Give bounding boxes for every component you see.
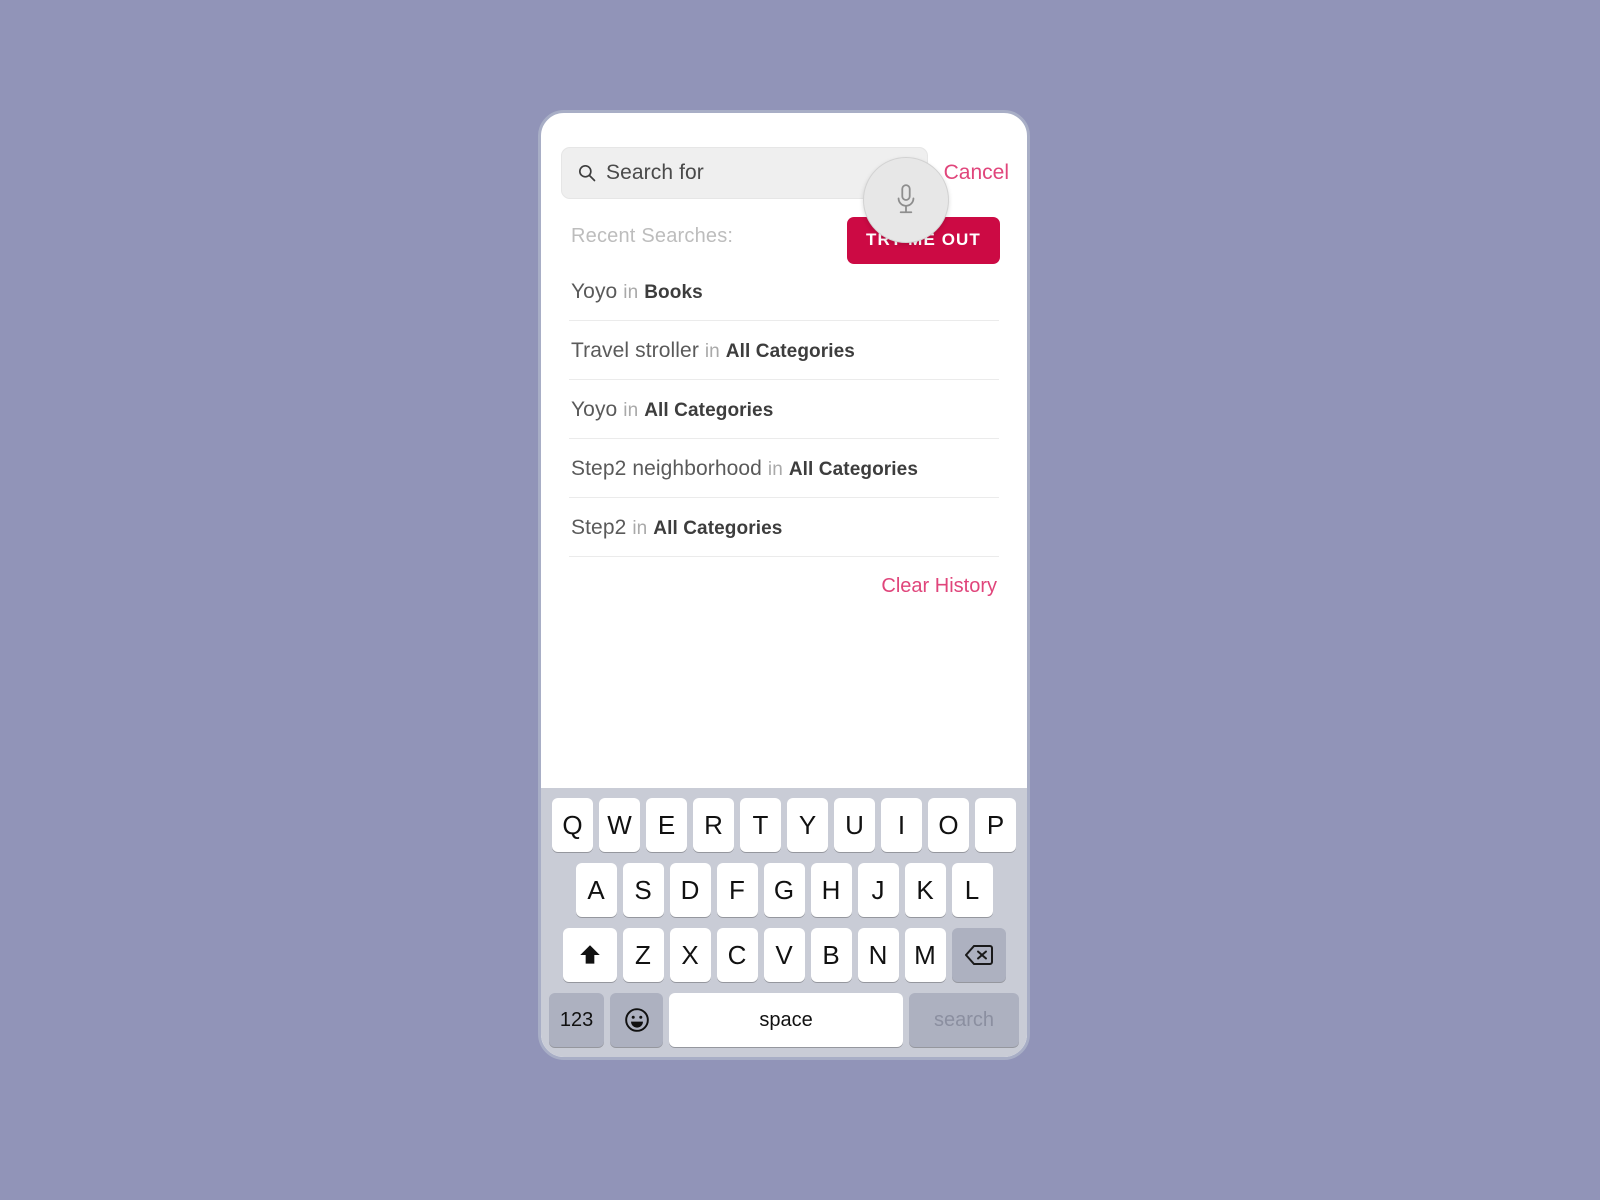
key-u[interactable]: U <box>834 798 875 852</box>
key-l[interactable]: L <box>951 863 993 917</box>
key-m[interactable]: M <box>904 928 946 982</box>
key-y[interactable]: Y <box>787 798 828 852</box>
search-category: Books <box>644 282 703 303</box>
connector: in <box>704 341 720 362</box>
key-a[interactable]: A <box>575 863 617 917</box>
key-f[interactable]: F <box>716 863 758 917</box>
recent-searches-list: Yoyo in Books Travel stroller in All Cat… <box>569 262 999 557</box>
list-item[interactable]: Yoyo in All Categories <box>569 380 999 439</box>
connector: in <box>623 282 639 303</box>
microphone-button[interactable] <box>863 157 949 243</box>
key-e[interactable]: E <box>646 798 687 852</box>
cancel-button[interactable]: Cancel <box>944 161 1009 185</box>
key-z[interactable]: Z <box>622 928 664 982</box>
key-n[interactable]: N <box>857 928 899 982</box>
key-p[interactable]: P <box>975 798 1016 852</box>
search-category: All Categories <box>644 400 774 421</box>
space-key[interactable]: space <box>669 993 903 1047</box>
key-g[interactable]: G <box>763 863 805 917</box>
search-key[interactable]: search <box>908 993 1019 1047</box>
key-r[interactable]: R <box>693 798 734 852</box>
recent-searches-panel: Recent Searches: Yoyo in Books Travel st… <box>541 199 1027 788</box>
key-c[interactable]: C <box>716 928 758 982</box>
key-t[interactable]: T <box>740 798 781 852</box>
keyboard-row-4: 123 space search <box>546 993 1022 1047</box>
shift-key[interactable] <box>562 928 617 982</box>
search-category: All Categories <box>725 341 855 362</box>
key-x[interactable]: X <box>669 928 711 982</box>
search-query: Step2 <box>571 516 627 539</box>
search-icon <box>579 165 596 182</box>
key-s[interactable]: S <box>622 863 664 917</box>
clear-history-row: Clear History <box>569 557 999 598</box>
list-item[interactable]: Yoyo in Books <box>569 262 999 321</box>
key-i[interactable]: I <box>881 798 922 852</box>
connector: in <box>623 400 639 421</box>
key-q[interactable]: Q <box>552 798 593 852</box>
key-j[interactable]: J <box>857 863 899 917</box>
key-b[interactable]: B <box>810 928 852 982</box>
key-o[interactable]: O <box>928 798 969 852</box>
keyboard-row-3: Z X C V B N M <box>546 928 1022 982</box>
search-query: Step2 neighborhood <box>571 457 762 480</box>
search-query: Yoyo <box>571 280 618 303</box>
search-query: Travel stroller <box>571 339 699 362</box>
search-category: All Categories <box>653 518 783 539</box>
search-query: Yoyo <box>571 398 618 421</box>
connector: in <box>632 518 648 539</box>
phone-frame: Search for Cancel TRY ME OUT Recent Sear… <box>538 110 1030 1060</box>
search-category: All Categories <box>788 459 919 480</box>
key-v[interactable]: V <box>763 928 805 982</box>
backspace-delete-icon <box>964 945 993 965</box>
emoji-smiley-icon <box>624 1008 649 1032</box>
key-d[interactable]: D <box>669 863 711 917</box>
list-item[interactable]: Step2 in All Categories <box>569 498 999 557</box>
list-item[interactable]: Step2 neighborhood in All Categories <box>569 439 999 498</box>
key-k[interactable]: K <box>904 863 946 917</box>
clear-history-button[interactable]: Clear History <box>881 575 997 597</box>
keyboard-row-1: Q W E R T Y U I O P <box>546 798 1022 852</box>
microphone-icon <box>897 184 915 214</box>
shift-up-arrow-icon <box>579 945 600 964</box>
numbers-key[interactable]: 123 <box>549 993 605 1047</box>
emoji-key[interactable] <box>610 993 664 1047</box>
list-item[interactable]: Travel stroller in All Categories <box>569 321 999 380</box>
on-screen-keyboard: Q W E R T Y U I O P A S D F G H J K L Z … <box>541 788 1027 1057</box>
backspace-key[interactable] <box>951 928 1006 982</box>
key-h[interactable]: H <box>810 863 852 917</box>
keyboard-row-2: A S D F G H J K L <box>546 863 1022 917</box>
key-w[interactable]: W <box>599 798 640 852</box>
connector: in <box>767 459 783 480</box>
screen-background: Search for Cancel TRY ME OUT Recent Sear… <box>0 0 1600 1200</box>
search-placeholder: Search for <box>606 161 704 184</box>
search-bar-row: Search for Cancel TRY ME OUT <box>541 113 1027 264</box>
